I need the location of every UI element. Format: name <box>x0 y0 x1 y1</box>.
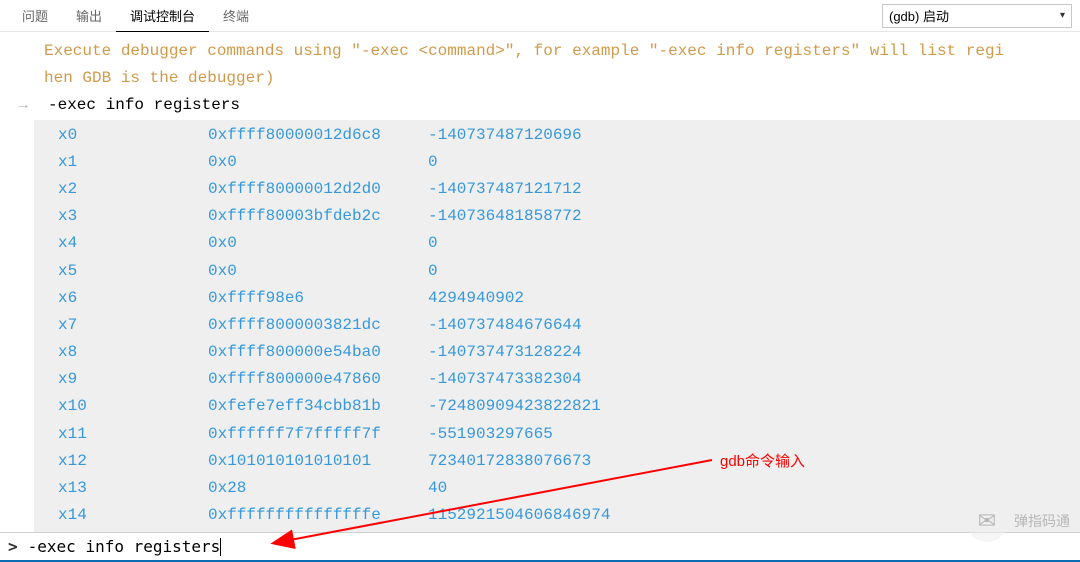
watermark: ✉ 弹指码通 <box>966 500 1070 542</box>
register-dec: 0 <box>428 230 438 257</box>
register-hex: 0xffff80000012d2d0 <box>208 176 428 203</box>
annotation-label: gdb命令输入 <box>720 450 805 471</box>
register-dec: 0 <box>428 258 438 285</box>
register-name: x7 <box>58 312 208 339</box>
register-name: x6 <box>58 285 208 312</box>
register-dec: -551903297665 <box>428 421 553 448</box>
register-row: x60xffff98e64294940902 <box>58 285 1080 312</box>
register-row: x50x00 <box>58 258 1080 285</box>
register-dec: 0 <box>428 149 438 176</box>
register-name: x5 <box>58 258 208 285</box>
register-hex: 0x101010101010101 <box>208 448 428 475</box>
register-dec: -140737487120696 <box>428 122 582 149</box>
register-hex: 0xffff98e6 <box>208 285 428 312</box>
register-name: x12 <box>58 448 208 475</box>
debug-console-output: Execute debugger commands using "-exec <… <box>0 32 1080 561</box>
watermark-text: 弹指码通 <box>1014 511 1070 531</box>
register-dec: -140737473128224 <box>428 339 582 366</box>
register-hex: 0xffff80000012d6c8 <box>208 122 428 149</box>
register-hex: 0xffffff7f7fffff7f <box>208 421 428 448</box>
register-row: x90xffff800000e47860-140737473382304 <box>58 366 1080 393</box>
register-row: x130x2840 <box>58 475 1080 502</box>
register-name: x4 <box>58 230 208 257</box>
previous-command: -exec info registers <box>40 92 240 119</box>
register-hex: 0xffff800000e47860 <box>208 366 428 393</box>
wechat-icon: ✉ <box>966 500 1008 542</box>
register-row: x20xffff80000012d2d0-140737487121712 <box>58 176 1080 203</box>
register-row: x30xffff80003bfdeb2c-140736481858772 <box>58 203 1080 230</box>
launch-config-select[interactable]: (gdb) 启动 ▾ <box>882 4 1072 28</box>
register-row: x70xffff8000003821dc-140737484676644 <box>58 312 1080 339</box>
register-dec: -140737473382304 <box>428 366 582 393</box>
tab-output[interactable]: 输出 <box>62 0 116 32</box>
register-name: x14 <box>58 502 208 529</box>
register-hex: 0x28 <box>208 475 428 502</box>
debugger-hint-line2: hen GDB is the debugger) <box>14 65 1080 92</box>
register-row: x120x10101010101010172340172838076673 <box>58 448 1080 475</box>
register-dec: 72340172838076673 <box>428 448 591 475</box>
debugger-hint-line1: Execute debugger commands using "-exec <… <box>14 38 1080 65</box>
register-list: x00xffff80000012d6c8-140737487120696x10x… <box>34 120 1080 561</box>
register-hex: 0xffff8000003821dc <box>208 312 428 339</box>
register-name: x0 <box>58 122 208 149</box>
register-row: x100xfefe7eff34cbb81b-72480909423822821 <box>58 393 1080 420</box>
register-row: x110xffffff7f7fffff7f-551903297665 <box>58 421 1080 448</box>
register-name: x13 <box>58 475 208 502</box>
prompt-arrow-icon: → <box>14 92 32 119</box>
debug-input-text: -exec info registers <box>28 537 221 556</box>
register-name: x3 <box>58 203 208 230</box>
register-hex: 0xffff80003bfdeb2c <box>208 203 428 230</box>
input-prompt-icon: > <box>8 537 18 556</box>
register-name: x11 <box>58 421 208 448</box>
text-cursor <box>220 538 221 556</box>
register-dec: -140736481858772 <box>428 203 582 230</box>
register-dec: -140737484676644 <box>428 312 582 339</box>
register-hex: 0xfffffffffffffffe <box>208 502 428 529</box>
register-row: x80xffff800000e54ba0-140737473128224 <box>58 339 1080 366</box>
register-row: x140xfffffffffffffffe1152921504606846974 <box>58 502 1080 529</box>
register-hex: 0xffff800000e54ba0 <box>208 339 428 366</box>
register-name: x1 <box>58 149 208 176</box>
launch-config-value: (gdb) 启动 <box>889 6 949 25</box>
register-hex: 0x0 <box>208 230 428 257</box>
tab-problems[interactable]: 问题 <box>8 0 62 32</box>
chevron-down-icon: ▾ <box>1060 10 1065 21</box>
register-dec: 40 <box>428 475 447 502</box>
register-row: x10x00 <box>58 149 1080 176</box>
debug-input[interactable]: > -exec info registers <box>0 532 1080 562</box>
register-dec: -72480909423822821 <box>428 393 601 420</box>
register-hex: 0x0 <box>208 258 428 285</box>
register-hex: 0xfefe7eff34cbb81b <box>208 393 428 420</box>
register-name: x9 <box>58 366 208 393</box>
register-hex: 0x0 <box>208 149 428 176</box>
register-row: x00xffff80000012d6c8-140737487120696 <box>58 122 1080 149</box>
register-row: x40x00 <box>58 230 1080 257</box>
register-name: x8 <box>58 339 208 366</box>
register-dec: -140737487121712 <box>428 176 582 203</box>
register-dec: 4294940902 <box>428 285 524 312</box>
register-name: x10 <box>58 393 208 420</box>
register-name: x2 <box>58 176 208 203</box>
tab-debug-console[interactable]: 调试控制台 <box>116 0 209 32</box>
tab-terminal[interactable]: 终端 <box>209 0 263 32</box>
register-dec: 1152921504606846974 <box>428 502 610 529</box>
